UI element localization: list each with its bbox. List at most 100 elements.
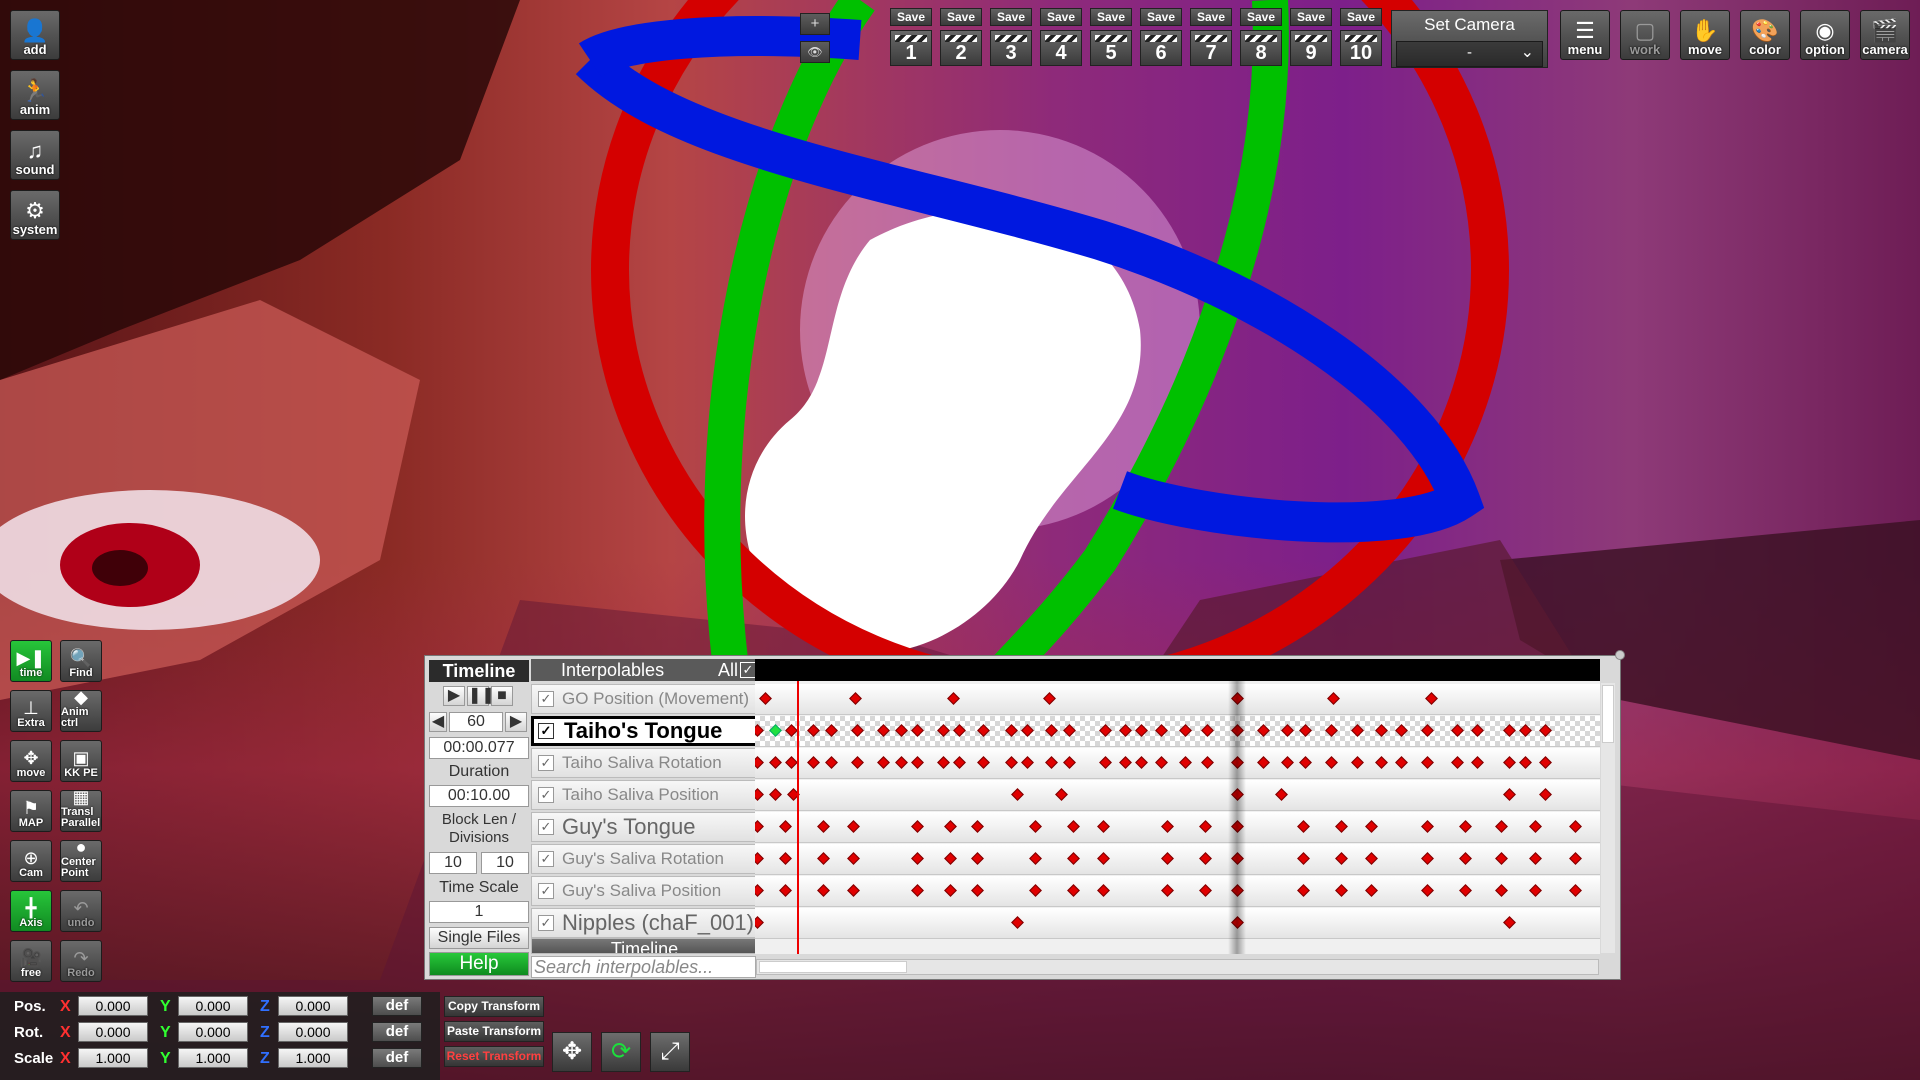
keyframe[interactable]: [1199, 852, 1212, 865]
time-ruler[interactable]: [755, 659, 1600, 681]
keyframe[interactable]: [971, 820, 984, 833]
color-toolbar-button[interactable]: 🎨 color: [1740, 10, 1790, 60]
save-slot-3-button[interactable]: Save: [990, 8, 1032, 26]
redo-button[interactable]: ↷ Redo: [60, 940, 102, 982]
keyframe[interactable]: [1421, 820, 1434, 833]
value-y-field[interactable]: 0.000: [178, 1022, 248, 1042]
keyframe[interactable]: [817, 884, 830, 897]
keyframe[interactable]: [1539, 724, 1552, 737]
map-button[interactable]: ⚑ MAP: [10, 790, 52, 832]
keyframe[interactable]: [1045, 724, 1058, 737]
keyframe[interactable]: [755, 724, 764, 737]
keyframe[interactable]: [1135, 724, 1148, 737]
interpolable-checkbox[interactable]: ✓: [538, 819, 554, 835]
keyframe[interactable]: [1529, 852, 1542, 865]
keyframe[interactable]: [1021, 756, 1034, 769]
keyframe-track-area[interactable]: [755, 659, 1600, 954]
keyframe[interactable]: [755, 788, 764, 801]
keyframe[interactable]: [1005, 724, 1018, 737]
move-toolbar-button[interactable]: ✋ move: [1680, 10, 1730, 60]
keyframe-track-row[interactable]: [755, 780, 1600, 811]
time-button[interactable]: ▶❚ time: [10, 640, 52, 682]
keyframe[interactable]: [1179, 724, 1192, 737]
keyframe[interactable]: [1097, 884, 1110, 897]
interpolable-checkbox[interactable]: ✓: [538, 755, 554, 771]
timeline-group-header[interactable]: Timeline: [531, 938, 758, 954]
keyframe[interactable]: [769, 788, 782, 801]
keyframe[interactable]: [895, 756, 908, 769]
set-camera-dropdown[interactable]: - ⌄: [1396, 41, 1543, 67]
stop-button[interactable]: ■: [491, 686, 513, 706]
camera-toolbar-button[interactable]: 🎬 camera: [1860, 10, 1910, 60]
frame-rate-field[interactable]: 60: [449, 712, 503, 732]
keyframe[interactable]: [1519, 756, 1532, 769]
keyframe[interactable]: [1459, 884, 1472, 897]
keyframe[interactable]: [755, 916, 764, 929]
interpolable-row[interactable]: ✓ Guy's Tongue: [531, 812, 758, 842]
keyframe[interactable]: [1135, 756, 1148, 769]
keyframe[interactable]: [953, 724, 966, 737]
reset-default-button[interactable]: def: [372, 996, 422, 1016]
interpolable-checkbox[interactable]: ✓: [538, 691, 554, 707]
load-slot-7-button[interactable]: 7: [1190, 30, 1232, 66]
keyframe[interactable]: [1297, 884, 1310, 897]
keyframe[interactable]: [1161, 884, 1174, 897]
keyframe[interactable]: [1395, 756, 1408, 769]
keyframe[interactable]: [977, 756, 990, 769]
keyframe[interactable]: [1503, 916, 1516, 929]
save-slot-6-button[interactable]: Save: [1140, 8, 1182, 26]
keyframe[interactable]: [1539, 756, 1552, 769]
keyframe[interactable]: [1299, 724, 1312, 737]
keyframe[interactable]: [851, 724, 864, 737]
keyframe[interactable]: [779, 852, 792, 865]
keyframe[interactable]: [1005, 756, 1018, 769]
keyframe[interactable]: [1179, 756, 1192, 769]
value-z-field[interactable]: 1.000: [278, 1048, 348, 1068]
keyframe[interactable]: [1155, 756, 1168, 769]
copy-transform-button[interactable]: Copy Transform: [444, 996, 544, 1017]
value-z-field[interactable]: 0.000: [278, 996, 348, 1016]
keyframe[interactable]: [944, 884, 957, 897]
keyframe[interactable]: [1495, 852, 1508, 865]
keyframe[interactable]: [849, 692, 862, 705]
interpolable-checkbox[interactable]: ✓: [538, 883, 554, 899]
vertical-scrollbar[interactable]: [1601, 683, 1615, 953]
keyframe[interactable]: [1201, 724, 1214, 737]
keyframe[interactable]: [1099, 724, 1112, 737]
keyframe[interactable]: [759, 692, 772, 705]
keyframe[interactable]: [851, 756, 864, 769]
center-button[interactable]: ● Center Point: [60, 838, 102, 882]
horizontal-scrollbar[interactable]: [756, 959, 1599, 975]
keyframe[interactable]: [779, 884, 792, 897]
keyframe[interactable]: [1421, 756, 1434, 769]
keyframe[interactable]: [1365, 884, 1378, 897]
keyframe[interactable]: [1299, 756, 1312, 769]
keyframe[interactable]: [1375, 724, 1388, 737]
load-slot-8-button[interactable]: 8: [1240, 30, 1282, 66]
keyframe[interactable]: [1459, 820, 1472, 833]
single-files-button[interactable]: Single Files: [429, 927, 529, 949]
pause-button[interactable]: ❚❚: [467, 686, 495, 706]
interpolable-row[interactable]: ✓ Guy's Saliva Position: [531, 876, 758, 906]
value-z-field[interactable]: 0.000: [278, 1022, 348, 1042]
keyframe[interactable]: [1421, 724, 1434, 737]
keyframe[interactable]: [911, 820, 924, 833]
animctrl-button[interactable]: ◆ Anim ctrl: [60, 688, 102, 732]
keyframe[interactable]: [1063, 724, 1076, 737]
anim-button[interactable]: 🏃 anim: [10, 70, 60, 120]
interpolable-row[interactable]: ✓ Guy's Saliva Rotation: [531, 844, 758, 874]
extra-button[interactable]: ⊥ Extra: [10, 690, 52, 732]
keyframe[interactable]: [1257, 724, 1270, 737]
interpolable-row[interactable]: ✓ Taiho's Tongue: [531, 716, 758, 746]
save-slot-1-button[interactable]: Save: [890, 8, 932, 26]
keyframe[interactable]: [1471, 756, 1484, 769]
keyframe[interactable]: [1029, 852, 1042, 865]
keyframe[interactable]: [1043, 692, 1056, 705]
save-slot-10-button[interactable]: Save: [1340, 8, 1382, 26]
keyframe[interactable]: [1161, 852, 1174, 865]
keyframe[interactable]: [1351, 756, 1364, 769]
keyframe[interactable]: [937, 756, 950, 769]
keyframe[interactable]: [779, 820, 792, 833]
value-x-field[interactable]: 0.000: [78, 996, 148, 1016]
keyframe[interactable]: [1045, 756, 1058, 769]
